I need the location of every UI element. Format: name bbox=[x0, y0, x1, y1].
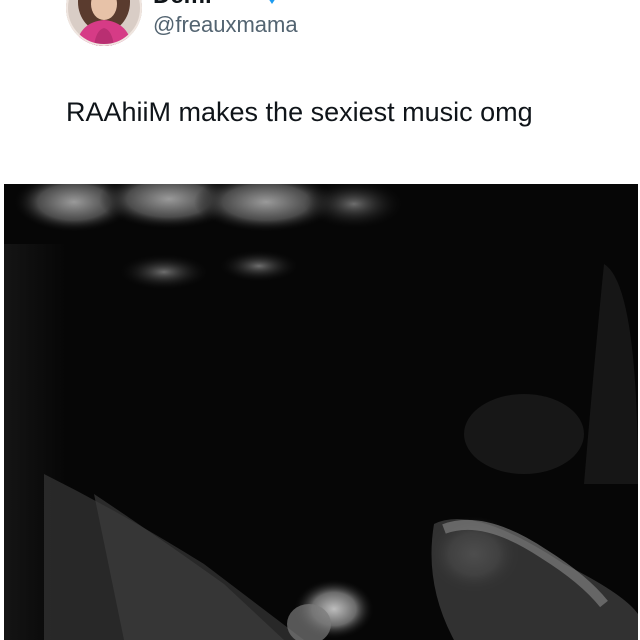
tweet-screenshot: Demi @freauxmama RAAhiiM makes the sexie… bbox=[0, 0, 640, 640]
tweet-text: RAAhiiM makes the sexiest music omg bbox=[66, 97, 533, 127]
sparkle-emoji-icon bbox=[228, 0, 248, 6]
tweet-video-media[interactable] bbox=[4, 184, 638, 640]
author-handle[interactable]: @freauxmama bbox=[153, 12, 298, 38]
avatar[interactable] bbox=[66, 0, 142, 46]
author-display-name[interactable]: Demi bbox=[153, 0, 212, 8]
avatar-photo-icon bbox=[66, 0, 142, 46]
tweet-header: Demi @freauxmama RAAhiiM makes the sexie… bbox=[0, 0, 640, 182]
video-thumbnail-image bbox=[4, 184, 638, 640]
verified-badge-icon bbox=[262, 0, 282, 6]
